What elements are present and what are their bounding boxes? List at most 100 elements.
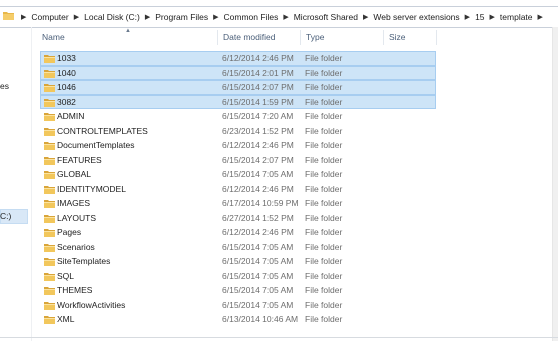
nav-item-fragment[interactable]: es: [0, 81, 9, 91]
column-divider[interactable]: [436, 30, 437, 45]
file-row[interactable]: FEATURES 6/15/2014 2:07 PM File folder: [40, 153, 436, 168]
folder-icon: [44, 272, 55, 281]
breadcrumb-item[interactable]: Local Disk (C:): [84, 12, 140, 22]
file-row[interactable]: IDENTITYMODEL 6/12/2014 2:46 PM File folde…: [40, 182, 436, 197]
folder-icon: [44, 200, 55, 208]
breadcrumb-item[interactable]: Common Files: [224, 12, 279, 22]
file-row[interactable]: Scenarios 6/15/2014 7:05 AM File folder: [40, 240, 436, 255]
chevron-right-icon[interactable]: ▶: [145, 13, 150, 21]
column-header-name[interactable]: Name: [37, 30, 217, 45]
file-row[interactable]: 3082 6/15/2014 1:59 PM File folder: [40, 94, 436, 109]
file-name: Scenarios: [57, 241, 95, 252]
folder-icon: [44, 171, 55, 179]
file-list: 1033 6/12/2014 2:46 PM File folder 1040 6/15…: [40, 51, 436, 327]
folder-icon: [44, 301, 55, 310]
file-row[interactable]: LAYOUTS 6/27/2014 1:52 PM File folder: [40, 211, 436, 226]
chevron-right-icon[interactable]: ▶: [74, 13, 79, 21]
file-name: 1046: [57, 82, 76, 92]
chevron-right-icon[interactable]: ▶: [283, 13, 288, 21]
chevron-right-icon[interactable]: ▶: [490, 13, 495, 21]
file-name: THEMES: [57, 285, 93, 295]
file-row[interactable]: THEMES 6/15/2014 7:05 AM File folder: [40, 283, 436, 298]
file-type: File folder: [305, 154, 343, 165]
file-date-modified: 6/15/2014 7:05 AM: [222, 285, 294, 295]
file-row[interactable]: SQL 6/15/2014 7:05 AM File folder: [40, 269, 436, 284]
file-date-modified: 6/15/2014 7:05 AM: [222, 256, 294, 266]
file-row[interactable]: GLOBAL 6/15/2014 7:05 AM File folder: [40, 167, 436, 182]
file-type: File folder: [305, 241, 343, 252]
breadcrumb-item[interactable]: 15: [475, 12, 484, 22]
file-date-modified: 6/12/2014 2:46 PM: [222, 183, 294, 194]
file-row[interactable]: WorkflowActivities 6/15/2014 7:05 AM File …: [40, 298, 436, 313]
file-row[interactable]: SiteTemplates 6/15/2014 7:05 AM File folde…: [40, 254, 436, 269]
file-type: File folder: [305, 169, 343, 179]
folder-icon: [44, 55, 55, 63]
chevron-right-icon[interactable]: ▶: [213, 13, 218, 21]
pane-divider[interactable]: [31, 27, 32, 341]
file-type: File folder: [305, 125, 343, 136]
folder-icon: [44, 84, 55, 92]
file-date-modified: 6/13/2014 10:46 AM: [222, 314, 299, 324]
breadcrumb-item[interactable]: Web server extensions: [373, 12, 459, 22]
file-date-modified: 6/12/2014 2:46 PM: [222, 140, 294, 150]
file-type: File folder: [305, 285, 343, 295]
file-row[interactable]: XML 6/13/2014 10:46 AM File folder: [40, 312, 436, 327]
file-name: Pages: [57, 227, 82, 237]
column-header-date-modified[interactable]: Date modified: [218, 30, 300, 45]
file-type: File folder: [305, 183, 343, 194]
breadcrumb-item[interactable]: template: [500, 12, 533, 22]
file-name: SQL: [57, 270, 75, 281]
file-name: CONTROLTEMPLATES: [57, 125, 148, 136]
file-date-modified: 6/15/2014 2:01 PM: [222, 67, 294, 78]
folder-icon: [44, 69, 55, 78]
column-header-size[interactable]: Size: [384, 30, 436, 45]
file-name: DocumentTemplates: [57, 140, 135, 150]
file-row[interactable]: Pages 6/12/2014 2:46 PM File folder: [40, 225, 436, 240]
file-row[interactable]: DocumentTemplates 6/12/2014 2:46 PM File f…: [40, 138, 436, 153]
file-date-modified: 6/27/2014 1:52 PM: [222, 212, 294, 223]
folder-icon: [44, 98, 55, 107]
file-type: File folder: [305, 67, 343, 78]
folder-icon: [44, 214, 55, 223]
file-row[interactable]: CONTROLTEMPLATES 6/23/2014 1:52 PM File fo…: [40, 124, 436, 139]
file-date-modified: 6/15/2014 7:05 AM: [222, 299, 294, 310]
nav-item-fragment[interactable]: C:): [0, 211, 11, 221]
file-name: FEATURES: [57, 154, 102, 165]
file-type: File folder: [305, 299, 343, 310]
folder-icon: [44, 258, 55, 266]
chevron-right-icon[interactable]: ▶: [465, 13, 470, 21]
folder-icon: [44, 185, 55, 194]
file-date-modified: 6/17/2014 10:59 PM: [222, 198, 299, 208]
file-type: File folder: [305, 256, 343, 266]
file-row[interactable]: IMAGES 6/17/2014 10:59 PM File folder: [40, 196, 436, 211]
file-date-modified: 6/15/2014 2:07 PM: [222, 154, 294, 165]
file-name: 1033: [57, 53, 76, 63]
file-date-modified: 6/15/2014 7:05 AM: [222, 241, 294, 252]
folder-icon: [3, 12, 14, 20]
column-header-type[interactable]: Type: [301, 30, 383, 45]
file-type: File folder: [305, 140, 343, 150]
breadcrumb-item[interactable]: Program Files: [155, 12, 208, 22]
file-row[interactable]: 1040 6/15/2014 2:01 PM File folder: [40, 65, 436, 80]
breadcrumb-item[interactable]: Microsoft Shared: [294, 12, 358, 22]
breadcrumb-item[interactable]: Computer: [31, 12, 68, 22]
file-row[interactable]: ADMIN 6/15/2014 7:20 AM File folder: [40, 109, 436, 124]
chevron-right-icon[interactable]: ▶: [21, 13, 26, 21]
file-date-modified: 6/15/2014 2:07 PM: [222, 82, 294, 92]
file-name: SiteTemplates: [57, 256, 111, 266]
folder-icon: [44, 243, 55, 252]
file-row[interactable]: 1046 6/15/2014 2:07 PM File folder: [40, 80, 436, 95]
folder-icon: [44, 229, 55, 237]
address-bar[interactable]: ▶ Computer ▶ Local Disk (C:) ▶ Program Files ▶…: [0, 6, 558, 28]
chevron-right-icon[interactable]: ▶: [363, 13, 368, 21]
file-type: File folder: [305, 314, 343, 324]
chevron-right-icon[interactable]: ▶: [538, 13, 543, 21]
file-type: File folder: [305, 270, 343, 281]
folder-icon: [44, 156, 55, 165]
file-name: IDENTITYMODEL: [57, 183, 126, 194]
vertical-scrollbar[interactable]: [552, 27, 558, 341]
file-date-modified: 6/23/2014 1:52 PM: [222, 125, 294, 136]
file-type: File folder: [305, 111, 343, 121]
file-date-modified: 6/15/2014 7:05 AM: [222, 169, 294, 179]
file-row[interactable]: 1033 6/12/2014 2:46 PM File folder: [40, 51, 436, 66]
